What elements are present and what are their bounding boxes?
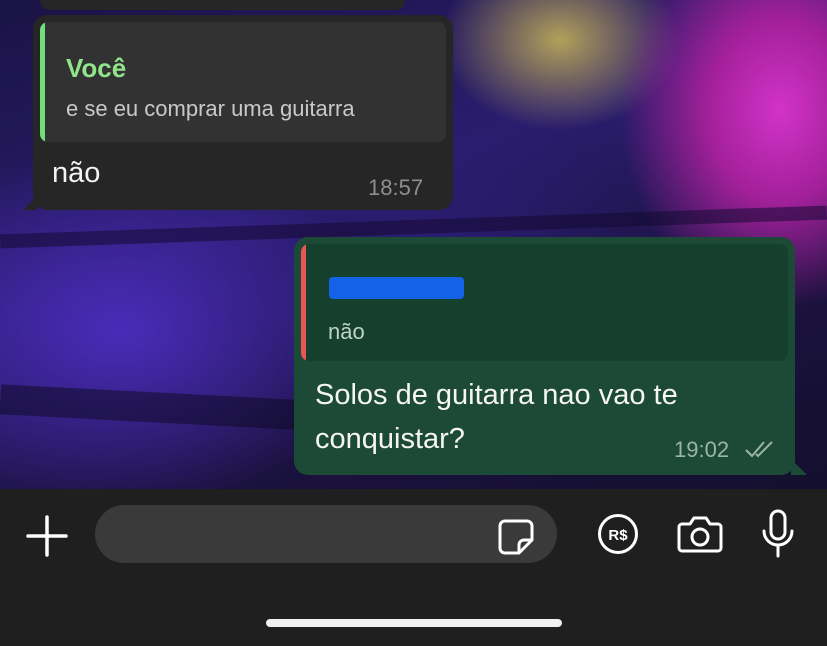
microphone-icon[interactable]	[760, 509, 796, 559]
message-timestamp: 18:57	[368, 175, 424, 200]
redacted-author-name	[329, 277, 464, 299]
double-check-icon	[745, 441, 773, 458]
plus-icon[interactable]	[26, 515, 68, 557]
home-indicator[interactable]	[266, 619, 562, 627]
quote-author: Você	[66, 53, 127, 83]
message-input[interactable]	[113, 505, 497, 565]
bubble-tail	[791, 459, 807, 475]
message-text: não	[52, 157, 101, 189]
bubble-tail	[23, 196, 37, 210]
chat-wallpaper: Você e se eu comprar uma guitarra não 18…	[0, 0, 827, 489]
incoming-message-bubble[interactable]: Você e se eu comprar uma guitarra não 18…	[23, 15, 453, 210]
message-composer: R$	[0, 489, 827, 646]
quoted-reply[interactable]: não	[301, 244, 788, 361]
quote-accent-bar	[40, 22, 45, 142]
previous-message-edge	[40, 0, 405, 10]
sticker-icon[interactable]	[497, 518, 535, 556]
quoted-reply[interactable]: Você e se eu comprar uma guitarra	[40, 22, 446, 142]
message-input-container[interactable]	[95, 505, 557, 565]
quote-text: e se eu comprar uma guitarra	[66, 96, 355, 121]
camera-icon[interactable]	[676, 514, 724, 554]
message-timestamp: 19:02	[674, 437, 730, 462]
quote-text: não	[328, 319, 365, 344]
pix-payment-icon[interactable]: R$	[597, 513, 639, 555]
quote-accent-bar	[301, 244, 306, 361]
pay-label: R$	[608, 527, 628, 544]
outgoing-message-bubble[interactable]: não Solos de guitarra nao vao te conquis…	[294, 237, 807, 475]
payment-circle: R$	[598, 514, 638, 554]
